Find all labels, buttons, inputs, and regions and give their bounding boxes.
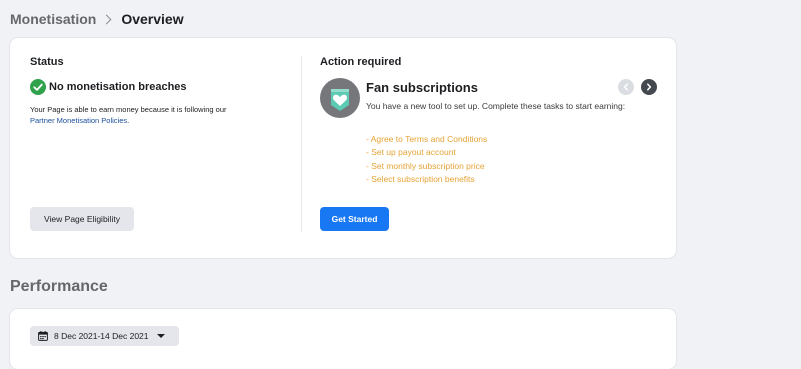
section-divider xyxy=(301,56,302,232)
get-started-button[interactable]: Get Started xyxy=(320,207,389,231)
status-description: Your Page is able to earn money because … xyxy=(30,104,280,126)
fan-badge-icon xyxy=(320,78,360,118)
page-title: Overview xyxy=(121,11,184,27)
calendar-icon xyxy=(38,331,48,341)
chevron-left-icon xyxy=(623,83,628,91)
status-description-text: Your Page is able to earn money because … xyxy=(30,105,227,114)
task-benefits[interactable]: - Select subscription benefits xyxy=(366,173,487,186)
task-terms[interactable]: - Agree to Terms and Conditions xyxy=(366,133,487,146)
carousel-next-button[interactable] xyxy=(641,79,657,95)
fan-subscriptions-title: Fan subscriptions xyxy=(366,80,478,95)
caret-down-icon xyxy=(156,334,165,338)
performance-card: 8 Dec 2021-14 Dec 2021 xyxy=(10,309,676,369)
status-headline: No monetisation breaches xyxy=(49,81,187,93)
task-price[interactable]: - Set monthly subscription price xyxy=(366,160,487,173)
task-payout[interactable]: - Set up payout account xyxy=(366,146,487,159)
breadcrumb-monetisation-link[interactable]: Monetisation xyxy=(10,11,96,27)
carousel-prev-button[interactable] xyxy=(618,79,634,95)
check-circle-icon xyxy=(30,79,46,95)
chevron-right-icon xyxy=(647,83,652,91)
task-list: - Agree to Terms and Conditions - Set up… xyxy=(366,133,487,186)
performance-heading: Performance xyxy=(10,278,108,295)
action-section-title: Action required xyxy=(320,56,402,68)
chevron-right-icon xyxy=(101,14,112,24)
date-range-picker[interactable]: 8 Dec 2021-14 Dec 2021 xyxy=(30,326,179,346)
date-range-text: 8 Dec 2021-14 Dec 2021 xyxy=(54,331,149,341)
breadcrumb: Monetisation Overview xyxy=(10,11,184,27)
fan-subscriptions-description: You have a new tool to set up. Complete … xyxy=(366,101,626,111)
monetisation-status-card: Status No monetisation breaches Your Pag… xyxy=(10,38,676,258)
partner-policies-link[interactable]: Partner Monetisation Policies xyxy=(30,116,127,125)
status-description-end: . xyxy=(127,116,130,125)
status-row: No monetisation breaches xyxy=(30,79,187,95)
view-page-eligibility-button[interactable]: View Page Eligibility xyxy=(30,207,134,231)
status-section-title: Status xyxy=(30,56,64,68)
